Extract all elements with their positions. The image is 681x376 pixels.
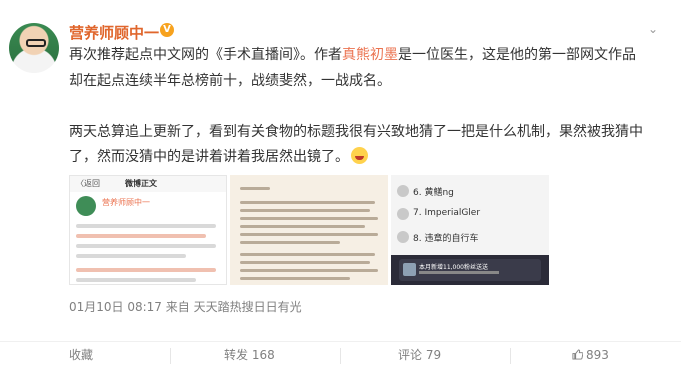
image-thumbnail-3[interactable]: 6. 黄鳝ng 7. ImperialGler 8. 违章的自行车 本月新增11… [391,175,549,285]
comment-button[interactable]: 评论 79 [398,342,441,376]
favorite-button[interactable]: 收藏 [69,342,93,376]
post-text-line-3: 两天总算追上更新了，看到有关食物的标题我很有兴致地猜了一把是什么机制，果然被我猜… [69,124,643,140]
like-count: 893 [586,348,609,362]
image-thumbnail-1[interactable]: 〈返回 微博正文 营养师顾中一 [69,175,227,285]
chevron-down-icon[interactable]: ⌄ [648,22,658,36]
action-bar: 收藏 转发 168 评论 79 893 [0,341,681,376]
author-name[interactable]: 营养师顾中一 [69,22,159,43]
author-avatar[interactable] [9,23,59,73]
verified-badge-icon: V [160,23,174,37]
thumb-row: 8. 违章的自行车 [413,234,479,244]
thumb-banner-text: 本月新增11,000粉丝送送 [419,264,488,271]
thumb-avatar [76,196,96,216]
mention-link[interactable]: 真熊初墨 [342,47,398,63]
post-text-line-2: 却在起点连续半年总榜前十，战绩斐然，一战成名。 [69,73,391,89]
laugh-cry-emoji-icon [351,147,368,164]
post-text-line-1: 再次推荐起点中文网的《手术直播间》。作者真熊初墨是一位医生，这是他的第一部网文作… [69,47,636,63]
image-gallery: 〈返回 微博正文 营养师顾中一 6. 黄鳝ng 7. ImperialGler … [69,175,549,285]
thumb-back-label: 〈返回 [76,179,100,188]
thumb-row: 7. ImperialGler [413,208,481,218]
post-text-line-4: 了，然而没猜中的是讲着讲着我居然出镜了。 [69,147,368,168]
thumb-row: 6. 黄鳝ng [413,188,454,198]
like-button[interactable]: 893 [572,342,609,376]
repost-button[interactable]: 转发 168 [224,342,275,376]
thumb-banner: 本月新增11,000粉丝送送 [399,259,541,281]
image-thumbnail-2[interactable] [230,175,388,285]
post-meta[interactable]: 01月10日 08:17 来自 天天踏热搜日日有光 [69,298,302,315]
thumb-author-name: 营养师顾中一 [102,198,150,207]
thumbs-up-icon [572,349,583,360]
weibo-post-card: 营养师顾中一 V ⌄ 再次推荐起点中文网的《手术直播间》。作者真熊初墨是一位医生… [0,0,681,375]
thumb-title: 微博正文 [125,179,157,188]
